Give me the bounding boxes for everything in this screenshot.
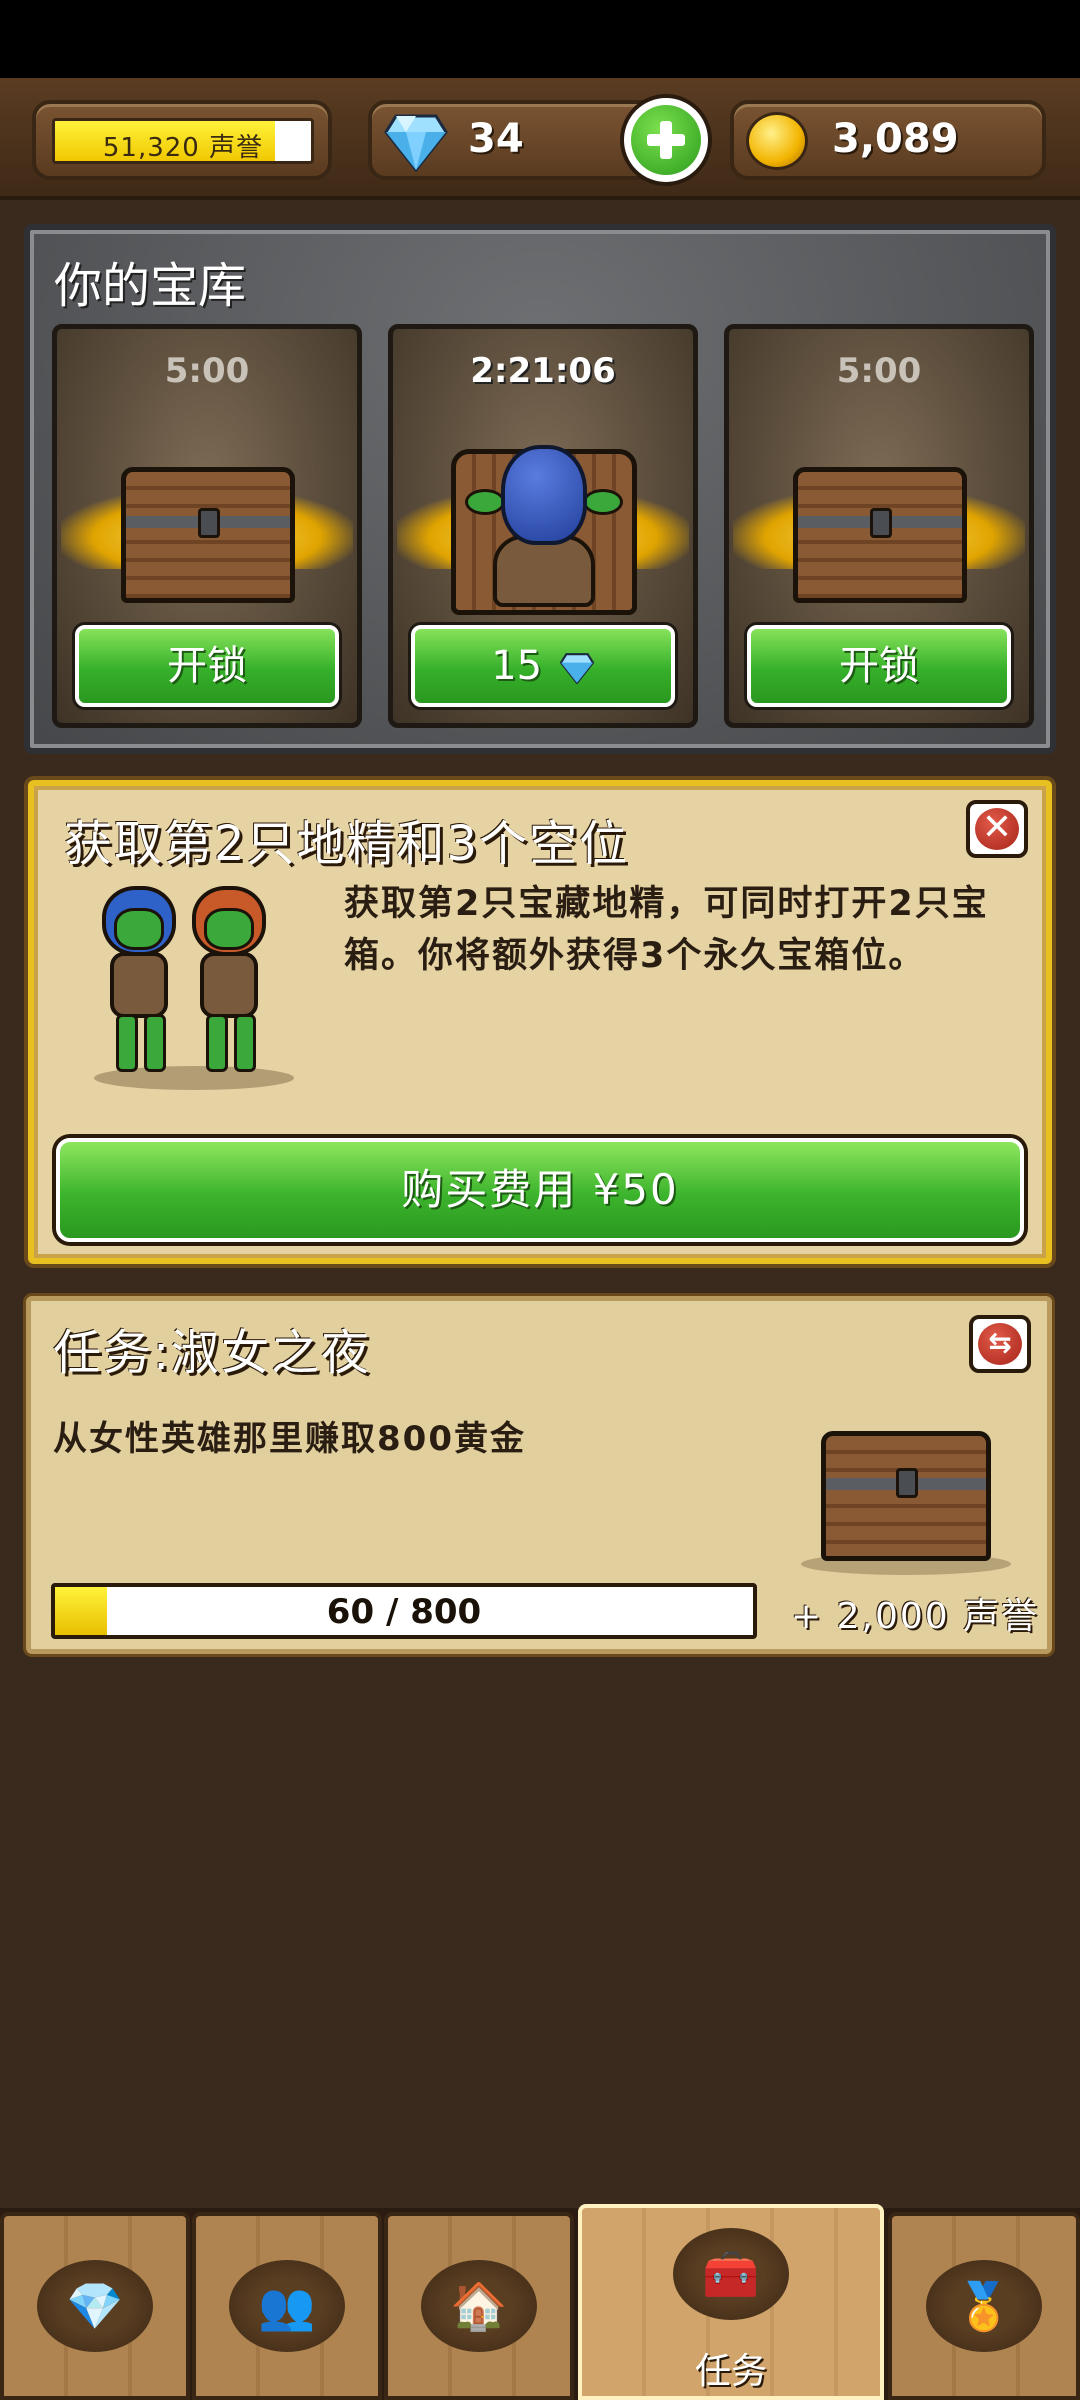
- speedup-cost: 15: [491, 643, 543, 689]
- close-offer-button[interactable]: ✕: [966, 800, 1028, 858]
- nav-heroes[interactable]: 👥: [192, 2212, 382, 2400]
- medal-icon: 🏅: [955, 2279, 1013, 2333]
- plus-icon: [631, 105, 701, 175]
- gems-count: 34: [468, 116, 524, 162]
- unlock-label: 开锁: [839, 643, 919, 689]
- coins-panel[interactable]: 3,089: [730, 100, 1046, 180]
- nav-achievements[interactable]: 🏅: [888, 2212, 1080, 2400]
- status-bar: [0, 0, 1080, 78]
- offer-description: 获取第2只宝藏地精，可同时打开2只宝箱。你将额外获得3个永久宝箱位。: [344, 884, 989, 976]
- goblin-opening-chest-icon: [451, 439, 637, 615]
- coins-count: 3,089: [832, 116, 959, 162]
- heroes-icon: 👥: [258, 2279, 316, 2333]
- nav-town[interactable]: 🏠: [384, 2212, 574, 2400]
- reputation-panel[interactable]: 51,320 声誉: [32, 100, 332, 180]
- nav-tasks[interactable]: 🧰 任务: [578, 2204, 884, 2400]
- nav-shop[interactable]: 💎: [0, 2212, 190, 2400]
- diamond-icon: [559, 653, 595, 684]
- twin-goblins-image: [94, 886, 294, 1090]
- buy-button[interactable]: 购买费用 ¥50: [56, 1138, 1024, 1242]
- goblin-offer-panel: 获取第2只地精和3个空位 ✕ 获取第2只宝藏地精，可同时打开2只宝箱。你将额外获…: [28, 780, 1052, 1264]
- reputation-text: 51,320 声誉: [102, 133, 264, 163]
- quest-progress-text: 60 / 800: [326, 1592, 482, 1632]
- chest-slot-1[interactable]: 5:00 开锁: [52, 324, 362, 728]
- treasure-chest-icon: [793, 467, 967, 603]
- quest-reward: + 2,000 声誉: [791, 1596, 1040, 1637]
- speedup-gems-button[interactable]: 15: [411, 625, 675, 707]
- chest-timer: 2:21:06: [470, 351, 616, 391]
- unlock-button[interactable]: 开锁: [747, 625, 1011, 707]
- resource-bar: 51,320 声誉 34 3,089: [0, 78, 1080, 200]
- vault-title: 你的宝库: [54, 258, 247, 314]
- treasure-chest-icon: 🧰: [702, 2247, 760, 2301]
- quest-progress-bar: 60 / 800: [51, 1583, 757, 1639]
- offer-title: 获取第2只地精和3个空位: [64, 816, 630, 872]
- quest-description: 从女性英雄那里赚取800黄金: [53, 1419, 526, 1459]
- gold-coin-icon: [746, 112, 808, 170]
- quest-panel: 任务:淑女之夜 ⇆ 从女性英雄那里赚取800黄金 60 / 800 + 2,00…: [26, 1296, 1052, 1654]
- quest-title: 任务:淑女之夜: [53, 1325, 372, 1381]
- town-icon: 🏠: [450, 2279, 508, 2333]
- chest-timer: 5:00: [164, 351, 250, 391]
- swap-icon: ⇆: [978, 1323, 1022, 1365]
- vault-panel: 你的宝库 5:00 开锁 2:21:06 15 5:00 开锁: [24, 224, 1056, 754]
- diamond-icon: [384, 114, 448, 172]
- nav-tasks-label: 任务: [694, 2351, 767, 2392]
- chest-slot-3[interactable]: 5:00 开锁: [724, 324, 1034, 728]
- chest-timer: 5:00: [836, 351, 922, 391]
- bottom-nav: 💎 👥 🏠 🧰 任务 🏅: [0, 2204, 1080, 2400]
- buy-label: 购买费用 ¥50: [401, 1165, 679, 1214]
- chest-slot-2[interactable]: 2:21:06 15: [388, 324, 698, 728]
- treasure-chest-icon: [821, 1431, 991, 1561]
- close-icon: ✕: [975, 808, 1019, 850]
- add-gems-button[interactable]: [620, 94, 712, 186]
- unlock-label: 开锁: [167, 643, 247, 689]
- swap-quest-button[interactable]: ⇆: [969, 1315, 1031, 1373]
- treasure-chest-icon: [121, 467, 295, 603]
- gem-icon: 💎: [66, 2279, 124, 2333]
- reputation-bar: 51,320 声誉: [52, 118, 314, 164]
- unlock-button[interactable]: 开锁: [75, 625, 339, 707]
